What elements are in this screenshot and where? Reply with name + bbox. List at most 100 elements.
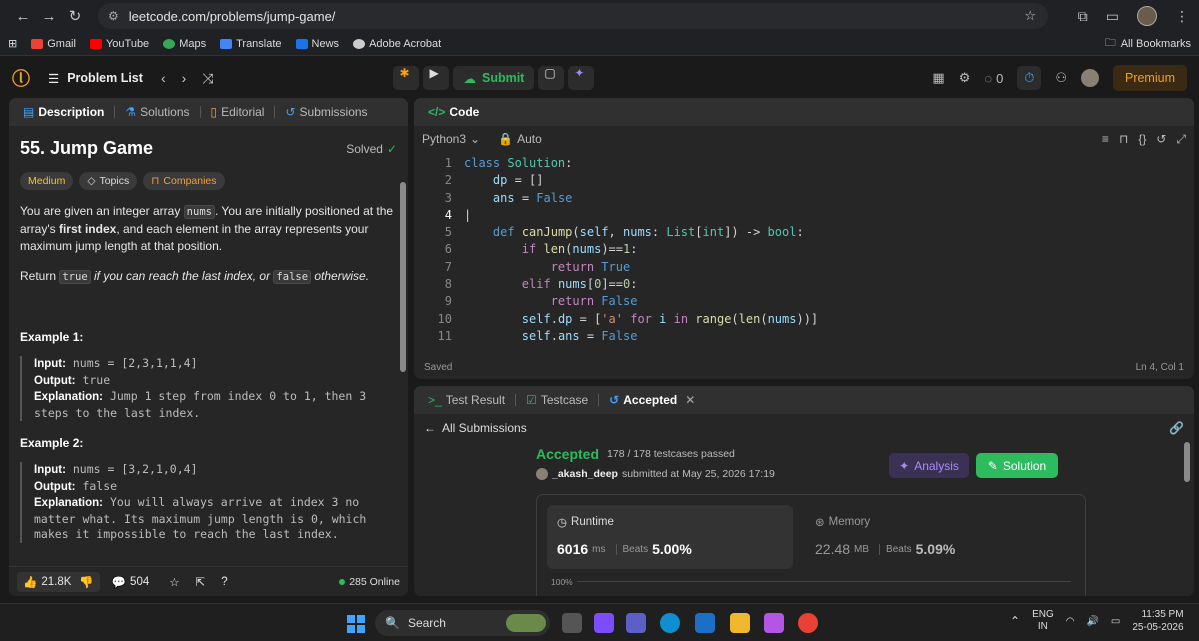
favorite-star-icon[interactable]: ☆ [169, 575, 179, 589]
tab-solutions[interactable]: ⚗ Solutions [119, 105, 195, 119]
share-icon[interactable]: ⇱ [196, 575, 206, 589]
chrome-icon[interactable] [798, 613, 818, 633]
link-icon[interactable]: 🔗 [1169, 421, 1184, 435]
description-tabs: ▤ Description ⚗ Solutions ▯ Editorial ↺ Subm… [9, 98, 408, 126]
difficulty-tag[interactable]: Medium [20, 172, 74, 190]
example-1-heading: Example 1: [20, 330, 84, 344]
bookmark-icon[interactable]: ⊓ [1119, 132, 1128, 146]
bookmark-adobe-acrobat[interactable]: Adobe Acrobat [353, 38, 441, 50]
submit-button[interactable]: ☁ Submit [453, 66, 535, 90]
tab-test-result[interactable]: >_ Test Result [422, 393, 511, 407]
shuffle-icon[interactable]: ⤨ [202, 70, 213, 87]
teams-icon[interactable] [626, 613, 646, 633]
code-line: 5 def canJump(self, nums: List[int]) -> … [444, 225, 804, 240]
cast-icon[interactable]: ▭ [1106, 8, 1119, 25]
wifi-icon[interactable]: ◠ [1066, 616, 1075, 627]
language-indicator[interactable]: ENG IN [1032, 609, 1054, 633]
cloud-upload-icon: ☁ [463, 71, 476, 86]
apps-icon[interactable]: ⊞ [8, 37, 17, 50]
translate-icon [220, 38, 233, 49]
leetcode-logo-icon[interactable]: ⓛ [12, 65, 38, 91]
solution-button[interactable]: ✎ Solution [976, 453, 1058, 478]
timer-icon[interactable]: ⏱ [1017, 66, 1042, 90]
premium-button[interactable]: Premium [1112, 65, 1187, 91]
tab-editorial[interactable]: ▯ Editorial [205, 105, 271, 119]
submitter-name[interactable]: _akash_deep [552, 468, 618, 480]
bookmark-news[interactable]: News [295, 38, 339, 50]
tab-accepted[interactable]: ↺ Accepted ✕ [603, 393, 701, 407]
battery-icon[interactable]: ▭ [1111, 616, 1120, 627]
next-problem-icon[interactable]: › [182, 70, 187, 86]
help-icon[interactable]: ? [221, 576, 227, 588]
windows-start-icon[interactable] [347, 615, 365, 633]
format-icon[interactable]: ≡ [1102, 132, 1109, 146]
task-view-icon[interactable] [562, 613, 582, 633]
streak-counter[interactable]: ◌ 0 [984, 71, 1003, 86]
all-submissions-link[interactable]: ← All Submissions 🔗 [414, 416, 1194, 440]
settings-gear-icon[interactable]: ⚙ [959, 70, 971, 86]
topics-tag[interactable]: ◇ Topics [79, 172, 138, 190]
tab-description[interactable]: ▤ Description [17, 105, 110, 119]
volume-icon[interactable]: 🔊 [1086, 616, 1098, 627]
add-user-icon[interactable]: ⚇ [1055, 70, 1067, 86]
copilot-icon[interactable] [594, 613, 614, 633]
outlook-icon[interactable] [695, 613, 715, 633]
clock[interactable]: 11:35 PM 25-05-2026 [1132, 608, 1183, 634]
description-footer: 👍 21.8K 👎 💬 504 ☆ ⇱ ? 285 Online [9, 566, 408, 596]
profile-avatar[interactable] [1137, 6, 1157, 26]
auto-mode[interactable]: 🔒 Auto [498, 132, 542, 146]
bookmark-maps[interactable]: Maps [163, 38, 206, 50]
analysis-button[interactable]: ✦ Analysis [889, 453, 969, 478]
folder-icon: 🗀 [1104, 37, 1116, 49]
reload-icon[interactable]: ↻ [62, 7, 88, 25]
bookmark-gmail[interactable]: Gmail [31, 38, 76, 50]
bookmark-youtube[interactable]: YouTube [89, 38, 149, 50]
thumbs-down-icon[interactable]: 👎 [79, 575, 93, 589]
memory-stat[interactable]: ⊛ Memory 22.48 MB Beats 5.09% [815, 515, 955, 557]
run-icon[interactable]: ▶ [423, 66, 450, 90]
description-scrollbar[interactable] [400, 182, 406, 372]
back-arrow-icon[interactable]: ← [10, 8, 36, 25]
bookmark-star-icon[interactable]: ☆ [1024, 8, 1036, 24]
problem-list-button[interactable]: ☰ Problem List [48, 71, 143, 86]
problem-description: 55. Jump Game Solved ✓ Medium ◇ Topics ⊓ Co… [9, 126, 408, 566]
chevron-up-icon[interactable]: ⌃ [1010, 614, 1020, 628]
layout-icon[interactable]: ▦ [932, 70, 944, 86]
check-circle-icon: ✓ [386, 141, 397, 156]
extensions-icon[interactable]: ⧉ [1078, 8, 1088, 25]
code-area[interactable]: 1 class Solution: 2 dp = [] 3 ans = False… [414, 152, 1194, 346]
reset-icon[interactable]: ↺ [1156, 132, 1166, 146]
notes-icon[interactable]: ▢ [538, 66, 565, 90]
edge-icon[interactable] [660, 613, 680, 633]
code-line: 11 self.ans = False [437, 328, 638, 343]
tab-code[interactable]: </> Code [422, 105, 485, 119]
runtime-stat[interactable]: ◷ Runtime 6016 ms Beats 5.00% [547, 505, 793, 569]
result-scrollbar[interactable] [1184, 442, 1190, 482]
address-bar[interactable]: ⚙ leetcode.com/problems/jump-game/ ☆ [98, 3, 1048, 29]
bookmark-translate[interactable]: Translate [220, 38, 282, 50]
url-text: leetcode.com/problems/jump-game/ [128, 8, 336, 24]
menu-icon[interactable]: ⋮ [1175, 8, 1189, 25]
code-editor-panel: </> Code Python3 ⌄ 🔒 Auto ≡ ⊓ {} ↺ ⤢ 1 class… [414, 98, 1194, 379]
taskbar-search[interactable]: 🔍 Search [375, 610, 550, 636]
companies-tag[interactable]: ⊓ Companies [143, 172, 225, 190]
browser-toolbar: ← → ↻ ⚙ leetcode.com/problems/jump-game/… [0, 0, 1199, 32]
user-avatar[interactable] [1080, 69, 1099, 87]
prev-problem-icon[interactable]: ‹ [161, 70, 166, 86]
copilot-pcbiz-icon[interactable] [764, 613, 784, 633]
file-explorer-icon[interactable] [730, 613, 750, 633]
tab-submissions[interactable]: ↺ Submissions [279, 105, 373, 119]
site-info-icon[interactable]: ⚙ [108, 9, 119, 23]
all-bookmarks[interactable]: 🗀 All Bookmarks [1105, 34, 1191, 53]
ai-sparkle-icon[interactable]: ✦ [568, 66, 595, 90]
comments-button[interactable]: 💬 504 [112, 575, 150, 589]
braces-icon[interactable]: {} [1138, 132, 1146, 146]
example-2-block: Input: nums = [3,2,1,0,4] Output: false … [20, 462, 397, 543]
tab-testcase[interactable]: ☑ Testcase [520, 393, 594, 407]
debug-icon[interactable]: ✱ [393, 66, 420, 90]
forward-arrow-icon[interactable]: → [36, 8, 62, 25]
like-button[interactable]: 👍 21.8K 👎 [17, 571, 100, 592]
close-icon[interactable]: ✕ [685, 393, 695, 407]
language-select[interactable]: Python3 ⌄ [422, 132, 480, 146]
expand-icon[interactable]: ⤢ [1176, 132, 1186, 147]
